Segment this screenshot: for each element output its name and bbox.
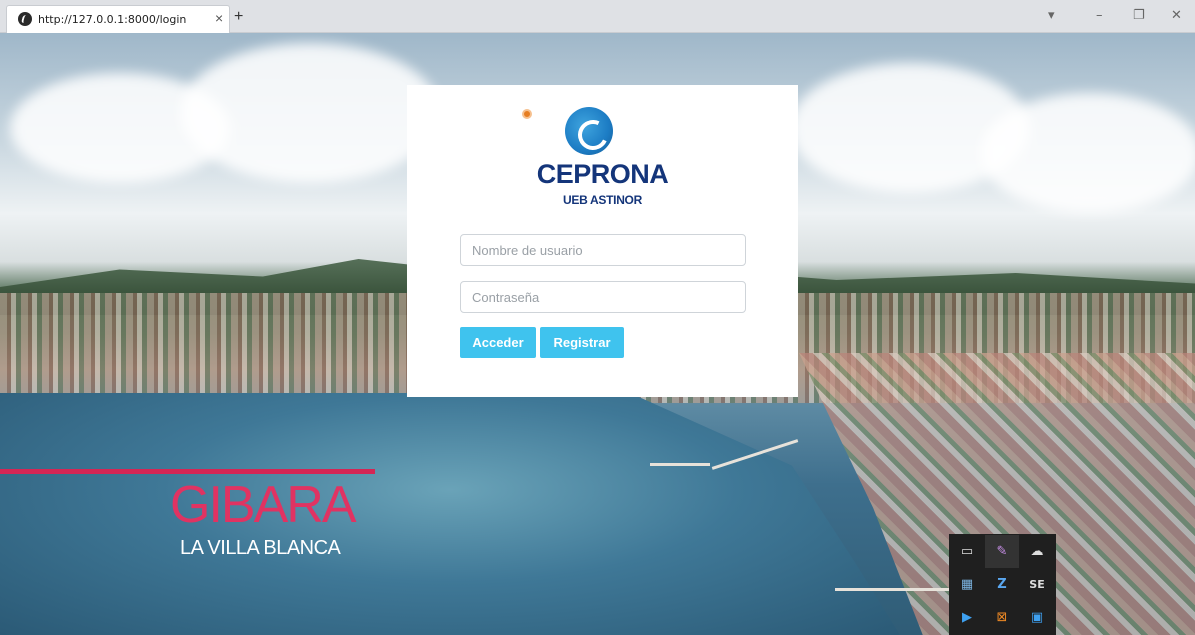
background-pier (835, 588, 955, 591)
system-tray-panel: ▭ ✎ ☁ ▦ Z SE ▶ ⊠ ▣ (949, 534, 1056, 635)
zip-icon[interactable]: Z (985, 568, 1019, 601)
window-close-icon[interactable]: ✕ (1171, 9, 1182, 22)
login-card: CEPRONA UEB ASTINOR Acceder Registrar (407, 85, 798, 397)
restore-icon[interactable]: ❐ (1133, 9, 1145, 22)
notification-badge-icon (522, 109, 532, 119)
brand-subtitle: UEB ASTINOR (563, 193, 642, 207)
app-icon[interactable]: ▦ (950, 568, 984, 601)
tab-list-dropdown-icon[interactable]: ▾ (1048, 9, 1055, 22)
save-icon[interactable]: ▣ (1020, 601, 1054, 634)
ceprona-logo-icon (565, 107, 613, 155)
hero-divider (0, 469, 375, 474)
hero-title: GIBARA (170, 476, 356, 534)
play-icon[interactable]: ▶ (950, 601, 984, 634)
se-icon[interactable]: SE (1020, 568, 1054, 601)
background-bay (0, 393, 900, 635)
tab-close-icon[interactable]: × (215, 11, 223, 25)
site-favicon-icon (18, 12, 32, 26)
cloud-icon[interactable]: ☁ (1020, 535, 1054, 568)
register-button[interactable]: Registrar (540, 327, 624, 358)
browser-tab-bar: http://127.0.0.1:8000/login × + ▾ – ❐ ✕ (0, 0, 1195, 33)
minimize-icon[interactable]: – (1096, 9, 1103, 22)
login-button[interactable]: Acceder (460, 327, 536, 358)
browser-tab[interactable]: http://127.0.0.1:8000/login × (6, 5, 230, 33)
background-cloud (980, 93, 1195, 213)
new-tab-icon[interactable]: + (234, 9, 243, 25)
hero-subtitle: LA VILLA BLANCA (180, 537, 341, 559)
background-cloud (180, 43, 440, 183)
xampp-icon[interactable]: ⊠ (985, 601, 1019, 634)
username-input[interactable] (460, 234, 746, 266)
note-icon[interactable]: ▭ (950, 535, 984, 568)
tab-title: http://127.0.0.1:8000/login (38, 13, 187, 26)
password-input[interactable] (460, 281, 746, 313)
brand-name: CEPRONA (536, 159, 669, 189)
feather-icon[interactable]: ✎ (985, 535, 1019, 568)
background-pier (650, 463, 710, 466)
